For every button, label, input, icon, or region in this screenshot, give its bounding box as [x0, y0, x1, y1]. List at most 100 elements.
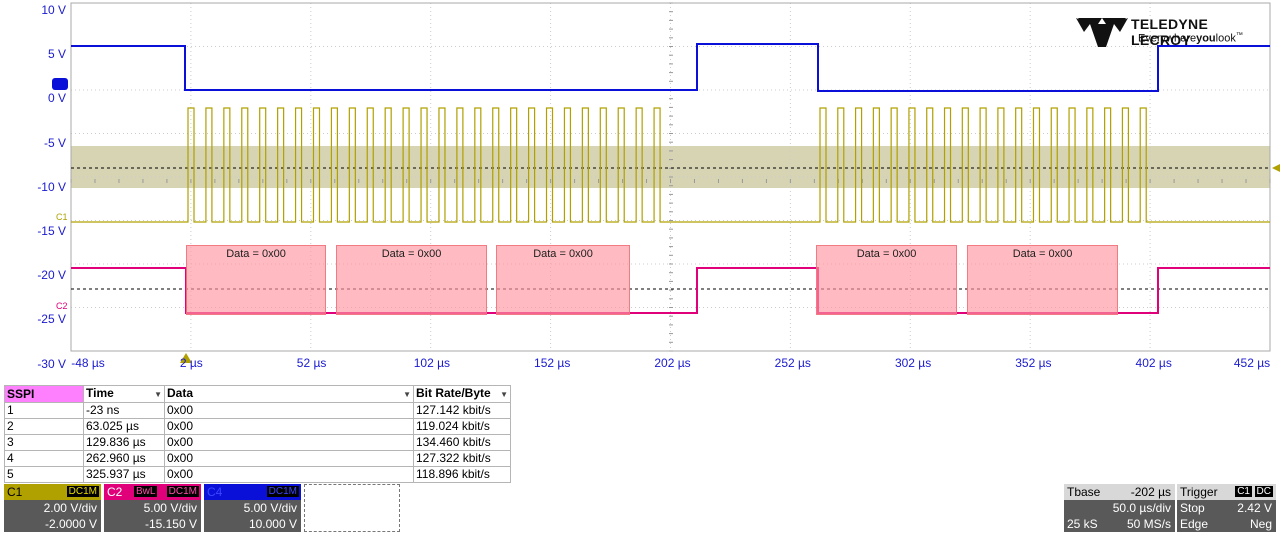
table-row[interactable]: 5 325.937 µs 0x00 118.896 kbit/s — [4, 466, 511, 483]
trigger-coupling-badge: DC — [1254, 486, 1273, 497]
c4-label: C4 — [207, 485, 223, 499]
decode-annotation[interactable]: Data = 0x00 — [186, 245, 326, 315]
row-time: -23 ns — [83, 402, 165, 419]
data-column-header[interactable]: Data ▼ — [164, 385, 414, 403]
decode-annotation[interactable]: Data = 0x00 — [816, 245, 957, 315]
row-index: 4 — [4, 450, 84, 467]
row-data: 0x00 — [164, 418, 414, 435]
decode-annotation-label: Data = 0x00 — [533, 248, 593, 260]
timebase-samplerate: 50 MS/s — [1126, 517, 1171, 531]
protocol-header[interactable]: SSPI — [4, 385, 84, 403]
c2-descriptor[interactable]: C2 BwL DC1M 5.00 V/div -15.150 V — [104, 484, 201, 532]
c4-offset: 10.000 V — [248, 517, 297, 531]
decode-annotation-label: Data = 0x00 — [226, 248, 286, 260]
c1-trace-marker: C1 — [56, 212, 68, 222]
timebase-samples: 25 kS — [1067, 517, 1098, 531]
decode-table[interactable]: SSPI Time ▼ Data ▼ Bit Rate/Byte ▼ 1 -23 ns 0… — [4, 385, 511, 483]
c4-offset-marker — [52, 78, 68, 90]
y-tick-label: 10 V — [41, 3, 66, 17]
y-tick-label: 0 V — [47, 91, 66, 106]
waveform-grid: C1 C2 — [52, 2, 1280, 363]
x-tick-label: 402 µs — [1135, 356, 1172, 370]
c4-coupling-badge: DC1M — [266, 486, 299, 497]
row-bitrate: 127.142 kbit/s — [413, 402, 511, 419]
table-row[interactable]: 3 129.836 µs 0x00 134.460 kbit/s — [4, 434, 511, 451]
c4-vdiv: 5.00 V/div — [243, 501, 297, 515]
decode-annotation[interactable]: Data = 0x00 — [336, 245, 487, 315]
c2-offset: -15.150 V — [144, 517, 197, 531]
teledyne-logo-icon — [1076, 18, 1128, 47]
c1-vdiv: 2.00 V/div — [43, 501, 97, 515]
trigger-level-marker — [1272, 164, 1280, 172]
x-tick-label: 202 µs — [654, 356, 691, 370]
table-row[interactable]: 2 63.025 µs 0x00 119.024 kbit/s — [4, 418, 511, 435]
c1-coupling-badge: DC1M — [66, 486, 99, 497]
x-tick-label: 452 µs — [1233, 356, 1271, 370]
timebase-descriptor[interactable]: Tbase -202 µs 50.0 µs/div 25 kS 50 MS/s — [1064, 484, 1175, 532]
c4-descriptor[interactable]: C4 DC1M 5.00 V/div 10.000 V — [204, 484, 301, 532]
row-time: 325.937 µs — [83, 466, 165, 483]
row-bitrate: 127.322 kbit/s — [413, 450, 511, 467]
row-time: 262.960 µs — [83, 450, 165, 467]
y-tick-label: -25 V — [37, 312, 66, 327]
sort-dropdown-icon[interactable]: ▼ — [154, 387, 162, 402]
row-index: 5 — [4, 466, 84, 483]
y-tick-label: -30 V — [37, 356, 66, 371]
x-tick-label: 52 µs — [296, 356, 327, 370]
row-data: 0x00 — [164, 434, 414, 451]
row-time: 63.025 µs — [83, 418, 165, 435]
row-bitrate: 134.460 kbit/s — [413, 434, 511, 451]
c2-vdiv: 5.00 V/div — [143, 501, 197, 515]
table-row[interactable]: 4 262.960 µs 0x00 127.322 kbit/s — [4, 450, 511, 467]
row-index: 3 — [4, 434, 84, 451]
row-bitrate: 118.896 kbit/s — [413, 466, 511, 483]
trigger-slope: Neg — [1249, 517, 1272, 531]
c2-label: C2 — [107, 485, 123, 499]
x-tick-label: 2 µs — [179, 356, 203, 370]
empty-descriptor-slot[interactable] — [304, 484, 400, 532]
decode-annotation-label: Data = 0x00 — [1012, 248, 1073, 260]
decode-annotation[interactable]: Data = 0x00 — [967, 245, 1118, 315]
trigger-mode: Stop — [1180, 501, 1205, 515]
row-time: 129.836 µs — [83, 434, 165, 451]
y-tick-label: -20 V — [37, 268, 66, 283]
x-tick-label: 252 µs — [774, 356, 811, 370]
y-tick-label: -10 V — [37, 179, 66, 194]
c2-trace-marker: C2 — [56, 301, 68, 311]
table-row[interactable]: 1 -23 ns 0x00 127.142 kbit/s — [4, 402, 511, 419]
logo-tagline: Everywhereyoulook™ — [1138, 32, 1243, 45]
trigger-label: Trigger — [1180, 485, 1218, 499]
x-tick-label: 152 µs — [534, 356, 571, 370]
timebase-label: Tbase — [1067, 485, 1101, 499]
c1-offset: -2.0000 V — [44, 517, 97, 531]
c2-coupling-badge: DC1M — [166, 486, 199, 497]
x-tick-label: 102 µs — [413, 356, 451, 370]
row-data: 0x00 — [164, 450, 414, 467]
row-index: 1 — [4, 402, 84, 419]
trigger-descriptor[interactable]: Trigger C1 DC Stop 2.42 V Edge Neg — [1177, 484, 1276, 532]
sort-dropdown-icon[interactable]: ▼ — [403, 387, 411, 402]
x-tick-label: -48 µs — [71, 356, 105, 370]
x-tick-label: 302 µs — [894, 356, 932, 370]
c1-descriptor[interactable]: C1 DC1M 2.00 V/div -2.0000 V — [4, 484, 101, 532]
timebase-delay: -202 µs — [1130, 485, 1171, 499]
decode-annotation-label: Data = 0x00 — [856, 248, 917, 260]
teledyne-lecroy-logo: TELEDYNE LECROY Everywhereyoulook™ — [1076, 14, 1266, 48]
row-data: 0x00 — [164, 402, 414, 419]
decode-annotation[interactable]: Data = 0x00 — [496, 245, 630, 315]
waveform-display[interactable]: C1 C2 10 V 5 V 0 V -5 V -10 V -15 V -20 V -25 V -… — [0, 0, 1280, 380]
time-column-header[interactable]: Time ▼ — [83, 385, 165, 403]
x-tick-label: 352 µs — [1015, 356, 1052, 370]
trigger-type: Edge — [1180, 517, 1209, 531]
c2-bandwidth-badge: BwL — [134, 486, 158, 497]
y-tick-label: 5 V — [47, 47, 66, 62]
y-tick-label: -5 V — [43, 135, 66, 150]
sort-dropdown-icon[interactable]: ▼ — [500, 387, 508, 402]
bitrate-column-header[interactable]: Bit Rate/Byte ▼ — [413, 385, 511, 403]
c1-label: C1 — [7, 485, 23, 499]
row-index: 2 — [4, 418, 84, 435]
y-tick-label: -15 V — [37, 224, 66, 238]
row-bitrate: 119.024 kbit/s — [413, 418, 511, 435]
row-data: 0x00 — [164, 466, 414, 483]
trigger-level: 2.42 V — [1237, 501, 1272, 515]
